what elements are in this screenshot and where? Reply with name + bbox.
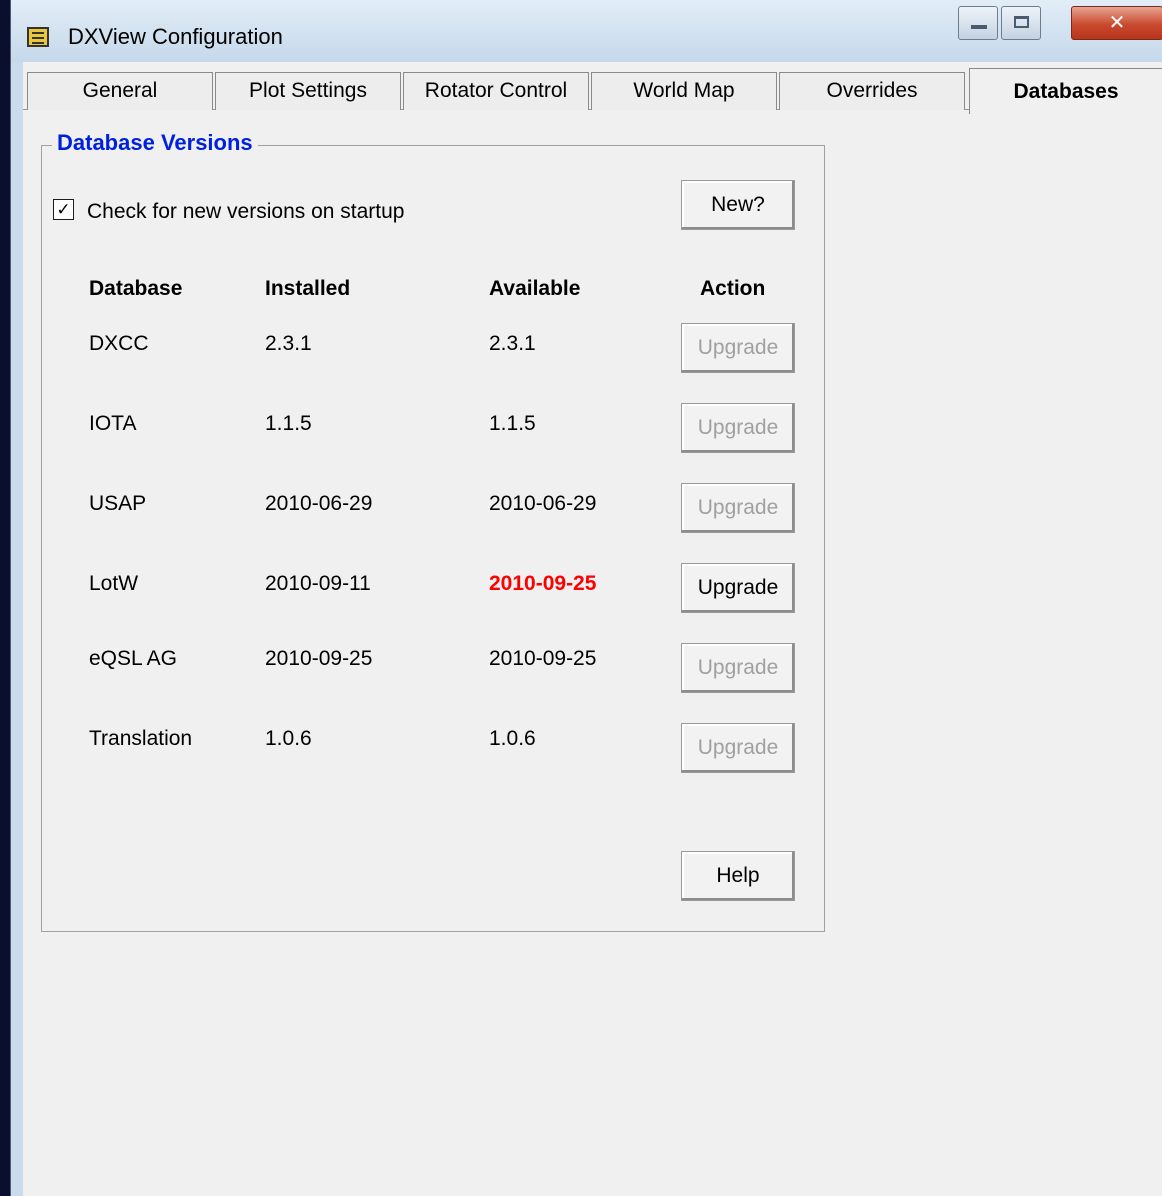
row-eqsl-installed: 2010-09-25 [265, 647, 373, 670]
close-button[interactable]: ✕ [1071, 6, 1162, 40]
close-icon: ✕ [1108, 10, 1126, 34]
check-new-versions-label[interactable]: Check for new versions on startup [87, 200, 404, 224]
group-title: Database Versions [52, 130, 258, 156]
client-area: General Plot Settings Rotator Control Wo… [23, 62, 1162, 1196]
tab-overrides[interactable]: Overrides [779, 72, 965, 110]
row-lotw-name: LotW [89, 572, 139, 595]
row-usap-available: 2010-06-29 [489, 492, 597, 515]
row-translation-name: Translation [89, 727, 193, 750]
row-iota-installed: 1.1.5 [265, 412, 312, 435]
tab-world-map[interactable]: World Map [591, 72, 777, 110]
new-versions-button[interactable]: New? [681, 180, 795, 230]
row-translation-installed: 1.0.6 [265, 727, 312, 750]
tab-rotator-control[interactable]: Rotator Control [403, 72, 589, 110]
upgrade-button-translation[interactable]: Upgrade [681, 723, 795, 773]
tab-plot-settings[interactable]: Plot Settings [215, 72, 401, 110]
app-icon [27, 27, 49, 47]
row-iota-available: 1.1.5 [489, 412, 536, 435]
tab-databases[interactable]: Databases [969, 68, 1162, 114]
maximize-icon [1014, 16, 1029, 28]
row-iota-name: IOTA [89, 412, 137, 435]
row-translation-available: 1.0.6 [489, 727, 536, 750]
row-usap-installed: 2010-06-29 [265, 492, 373, 515]
window-title: DXView Configuration [68, 24, 283, 49]
row-eqsl-available: 2010-09-25 [489, 647, 597, 670]
upgrade-button-usap[interactable]: Upgrade [681, 483, 795, 533]
minimize-icon [971, 25, 987, 29]
upgrade-button-eqsl[interactable]: Upgrade [681, 643, 795, 693]
row-usap-name: USAP [89, 492, 147, 515]
dxview-config-window: DXView Configuration ✕ General Plot Sett… [10, 0, 1162, 1196]
row-eqsl-name: eQSL AG [89, 647, 177, 670]
header-installed: Installed [265, 277, 351, 300]
upgrade-button-iota[interactable]: Upgrade [681, 403, 795, 453]
upgrade-button-dxcc[interactable]: Upgrade [681, 323, 795, 373]
upgrade-button-lotw[interactable]: Upgrade [681, 563, 795, 613]
header-action: Action [700, 277, 766, 300]
help-button[interactable]: Help [681, 851, 795, 901]
check-new-versions-checkbox[interactable]: ✓ [53, 199, 74, 220]
header-database: Database [89, 277, 183, 300]
row-dxcc-installed: 2.3.1 [265, 332, 312, 355]
maximize-button[interactable] [1001, 6, 1041, 40]
row-lotw-available: 2010-09-25 [489, 572, 597, 595]
title-bar[interactable]: DXView Configuration ✕ [11, 0, 1162, 62]
header-available: Available [489, 277, 581, 300]
row-dxcc-name: DXCC [89, 332, 149, 355]
row-lotw-installed: 2010-09-11 [265, 572, 371, 595]
tab-general[interactable]: General [27, 72, 213, 110]
row-dxcc-available: 2.3.1 [489, 332, 536, 355]
database-versions-group: Database Versions [41, 130, 825, 932]
minimize-button[interactable] [958, 6, 998, 40]
